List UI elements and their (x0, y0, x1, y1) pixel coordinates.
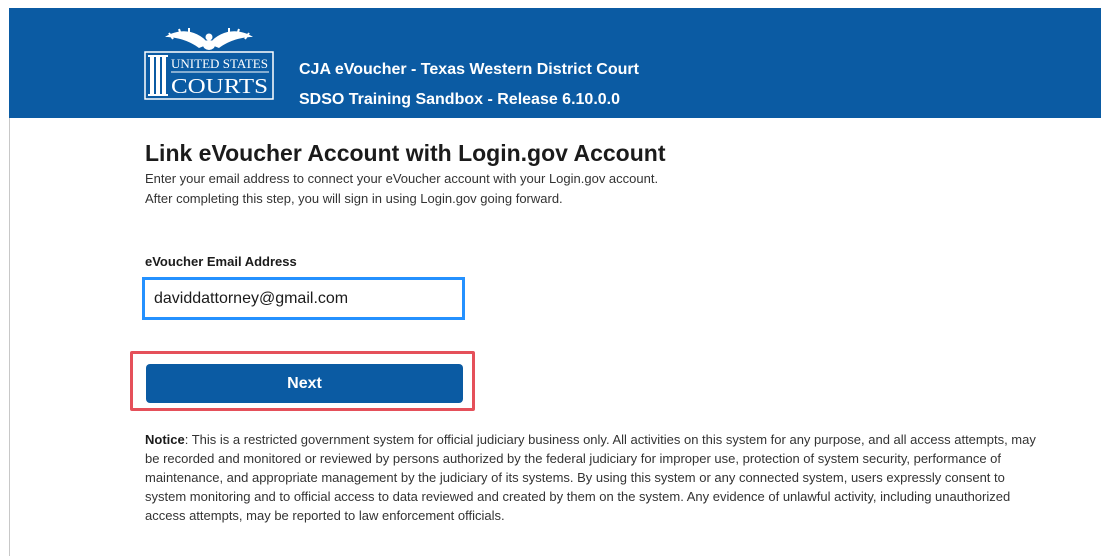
logo-line1: UNITED STATES (171, 57, 268, 71)
notice-label: Notice (145, 432, 185, 447)
email-field-label: eVoucher Email Address (145, 254, 297, 269)
page-title: Link eVoucher Account with Login.gov Acc… (145, 140, 666, 166)
us-courts-logo[interactable]: UNITED STATES COURTS (139, 24, 279, 104)
next-button[interactable]: Next (146, 364, 463, 403)
page: UNITED STATES COURTS CJA eVoucher - Texa… (0, 0, 1101, 556)
notice-text: Notice: This is a restricted government … (145, 430, 1045, 525)
description-line-1: Enter your email address to connect your… (145, 171, 659, 186)
email-field[interactable] (142, 277, 465, 320)
pillars-icon (148, 55, 168, 96)
eagle-icon (165, 28, 253, 50)
description-line-2: After completing this step, you will sig… (145, 191, 563, 206)
app-title: CJA eVoucher - Texas Western District Co… (299, 61, 639, 78)
notice-body: : This is a restricted government system… (145, 432, 1036, 523)
logo-line2: COURTS (171, 74, 268, 98)
content-left-border (9, 118, 10, 556)
environment-subtitle: SDSO Training Sandbox - Release 6.10.0.0 (299, 91, 621, 108)
